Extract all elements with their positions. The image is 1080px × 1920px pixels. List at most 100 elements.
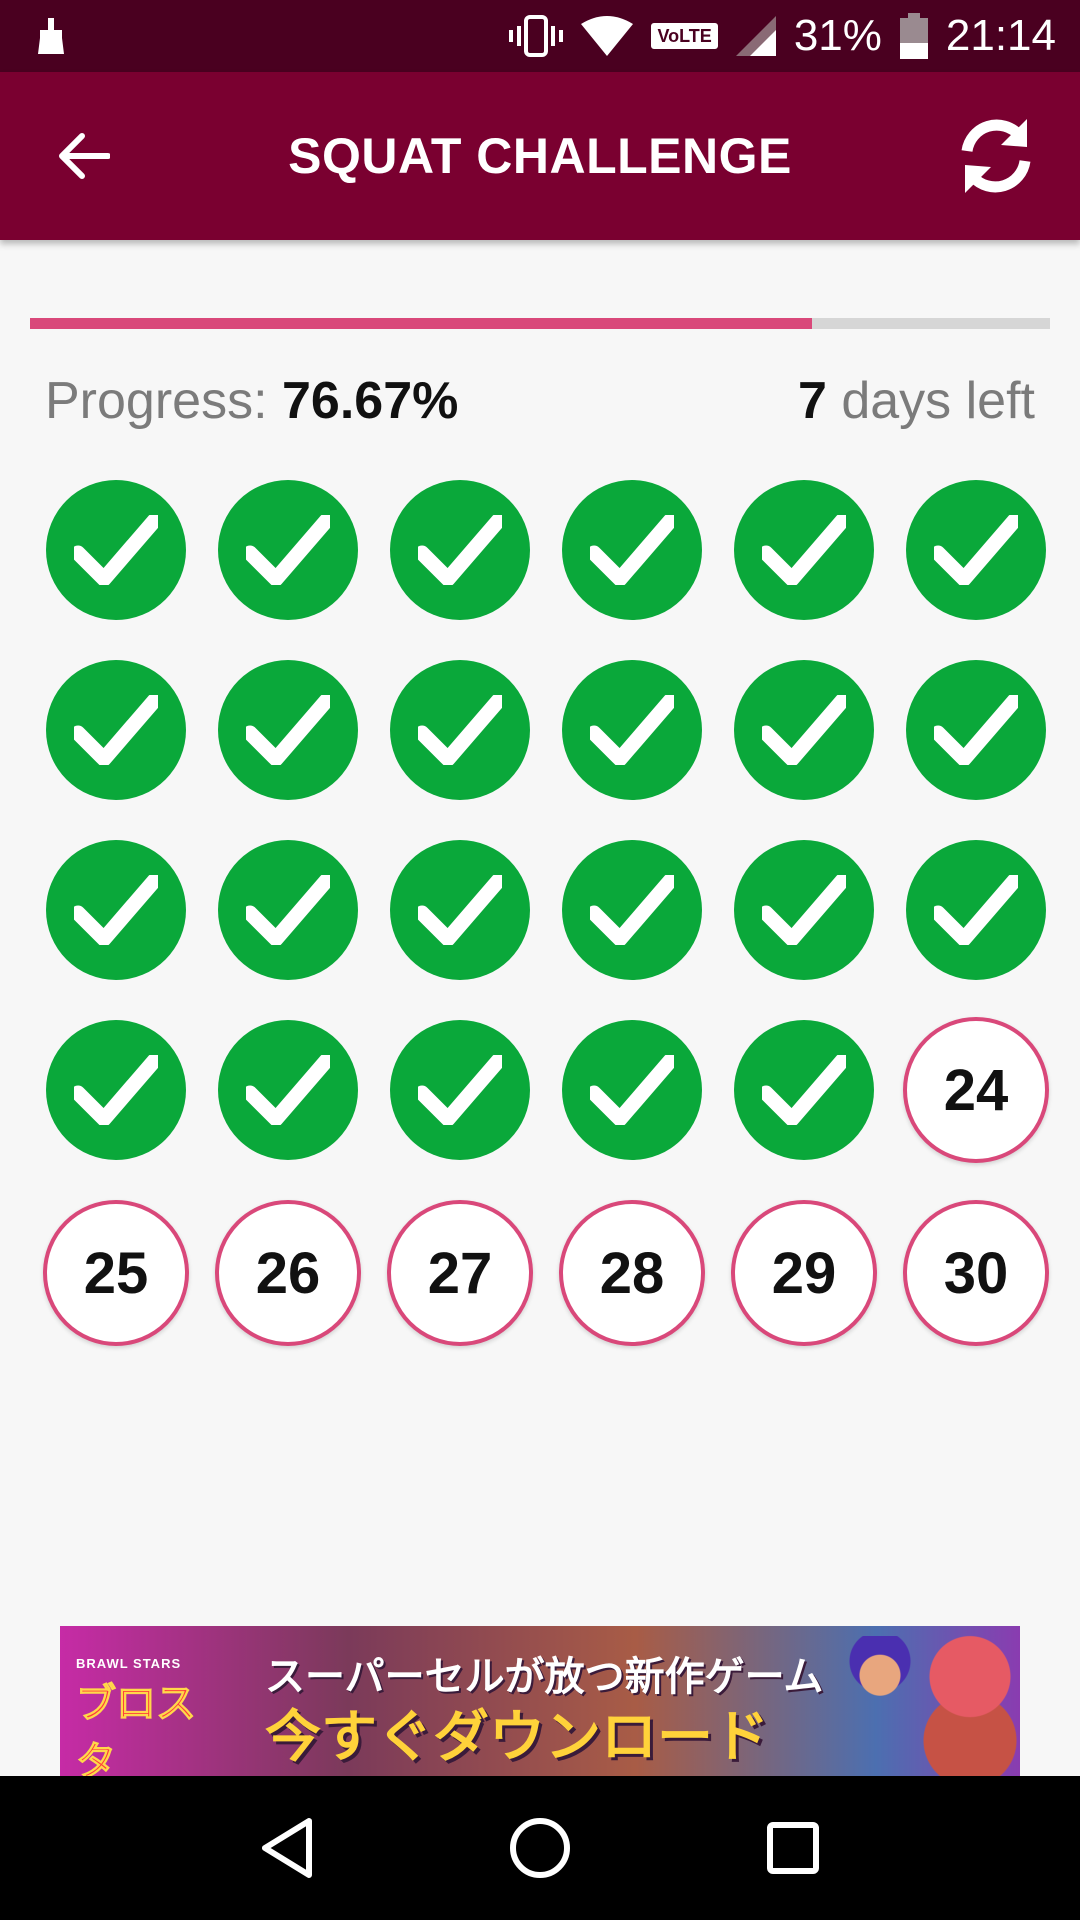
- checkmark-icon: [762, 515, 846, 585]
- day-cell: 29: [718, 1200, 890, 1346]
- ad-banner[interactable]: BRAWL STARS ブロスタ スーパーセルが放つ新作ゲーム 今すぐダウンロー…: [60, 1626, 1020, 1776]
- battery-icon: [899, 13, 928, 59]
- triangle-back-icon: [261, 1818, 312, 1878]
- checkmark-icon: [590, 875, 674, 945]
- day-cell: 28: [546, 1200, 718, 1346]
- day-cell: [374, 840, 546, 980]
- day-completed-button[interactable]: [906, 840, 1046, 980]
- day-completed-button[interactable]: [46, 660, 186, 800]
- day-completed-button[interactable]: [218, 840, 358, 980]
- page-title: SQUAT CHALLENGE: [288, 128, 792, 184]
- day-cell: 24: [890, 1017, 1062, 1163]
- day-cell: [890, 480, 1062, 620]
- day-cell: [374, 1020, 546, 1163]
- day-pending-button[interactable]: 28: [559, 1200, 705, 1346]
- volte-badge: VoLTE: [651, 23, 718, 49]
- vibrate-icon: [509, 14, 564, 58]
- day-completed-button[interactable]: [562, 1020, 702, 1160]
- day-completed-button[interactable]: [906, 660, 1046, 800]
- day-cell: [546, 480, 718, 620]
- nav-recents-button[interactable]: [748, 1803, 838, 1893]
- day-completed-button[interactable]: [218, 1020, 358, 1160]
- checkmark-icon: [246, 1055, 330, 1125]
- wifi-icon: [581, 16, 634, 56]
- day-completed-button[interactable]: [390, 660, 530, 800]
- day-cell: [546, 840, 718, 980]
- day-completed-button[interactable]: [218, 660, 358, 800]
- checkmark-icon: [934, 515, 1018, 585]
- nav-back-button[interactable]: [242, 1803, 332, 1893]
- day-number: 27: [427, 1240, 493, 1306]
- day-completed-button[interactable]: [46, 840, 186, 980]
- day-cell: [718, 1020, 890, 1163]
- day-completed-button[interactable]: [906, 480, 1046, 620]
- progress-label: Progress:: [45, 372, 268, 430]
- checkmark-icon: [246, 875, 330, 945]
- day-pending-button[interactable]: 25: [43, 1200, 189, 1346]
- day-completed-button[interactable]: [734, 660, 874, 800]
- cell-signal-icon: [735, 16, 776, 56]
- day-number: 28: [599, 1240, 665, 1306]
- day-completed-button[interactable]: [562, 840, 702, 980]
- day-completed-button[interactable]: [562, 480, 702, 620]
- day-cell: 27: [374, 1200, 546, 1346]
- day-completed-button[interactable]: [390, 840, 530, 980]
- day-completed-button[interactable]: [390, 480, 530, 620]
- checkmark-icon: [762, 695, 846, 765]
- ad-character-image: [840, 1636, 920, 1776]
- progress-value: 76.67%: [281, 372, 459, 430]
- status-bar: VoLTE 31% 21:14: [0, 0, 1080, 72]
- day-number: 26: [255, 1240, 321, 1306]
- progress-text: Progress: 76.67%: [45, 371, 458, 431]
- day-completed-button[interactable]: [734, 480, 874, 620]
- checkmark-icon: [418, 695, 502, 765]
- day-cell: [374, 480, 546, 620]
- day-number: 30: [943, 1240, 1009, 1306]
- checkmark-icon: [74, 515, 158, 585]
- ad-brand-logo: BRAWL STARS ブロスタ: [76, 1656, 226, 1776]
- back-button[interactable]: [48, 120, 120, 192]
- day-completed-button[interactable]: [46, 480, 186, 620]
- day-cell: [890, 660, 1062, 800]
- checkmark-icon: [418, 875, 502, 945]
- day-pending-button[interactable]: 26: [215, 1200, 361, 1346]
- cleaner-notification-icon: [36, 18, 66, 54]
- day-cell: [546, 660, 718, 800]
- day-completed-button[interactable]: [390, 1020, 530, 1160]
- day-completed-button[interactable]: [46, 1020, 186, 1160]
- day-completed-button[interactable]: [218, 480, 358, 620]
- day-pending-button[interactable]: 29: [731, 1200, 877, 1346]
- navigation-bar: [0, 1776, 1080, 1920]
- day-cell: [718, 480, 890, 620]
- arrow-back-icon: [59, 133, 110, 179]
- progress-bar: [30, 318, 1050, 329]
- checkmark-icon: [74, 1055, 158, 1125]
- day-grid: 24 25 26 27 28 29 30: [30, 480, 1050, 1346]
- battery-percent: 31%: [793, 11, 882, 60]
- day-cell: [30, 840, 202, 980]
- day-cell: [30, 480, 202, 620]
- day-cell: [202, 660, 374, 800]
- square-recents-icon: [767, 1822, 820, 1874]
- refresh-button[interactable]: [948, 108, 1044, 204]
- day-completed-button[interactable]: [562, 660, 702, 800]
- day-pending-button[interactable]: 24: [903, 1017, 1049, 1163]
- checkmark-icon: [762, 875, 846, 945]
- ad-brand-small: BRAWL STARS: [76, 1656, 182, 1671]
- day-pending-button[interactable]: 27: [387, 1200, 533, 1346]
- day-cell: [546, 1020, 718, 1163]
- day-completed-button[interactable]: [734, 1020, 874, 1160]
- checkmark-icon: [762, 1055, 846, 1125]
- day-cell: [202, 1020, 374, 1163]
- day-cell: [718, 660, 890, 800]
- day-cell: [30, 1020, 202, 1163]
- day-number: 29: [771, 1240, 837, 1306]
- day-cell: [202, 840, 374, 980]
- checkmark-icon: [590, 1055, 674, 1125]
- day-completed-button[interactable]: [734, 840, 874, 980]
- checkmark-icon: [934, 695, 1018, 765]
- progress-summary: Progress: 76.67% 7 days left: [45, 366, 1035, 436]
- day-pending-button[interactable]: 30: [903, 1200, 1049, 1346]
- nav-home-button[interactable]: [495, 1803, 585, 1893]
- checkmark-icon: [418, 1055, 502, 1125]
